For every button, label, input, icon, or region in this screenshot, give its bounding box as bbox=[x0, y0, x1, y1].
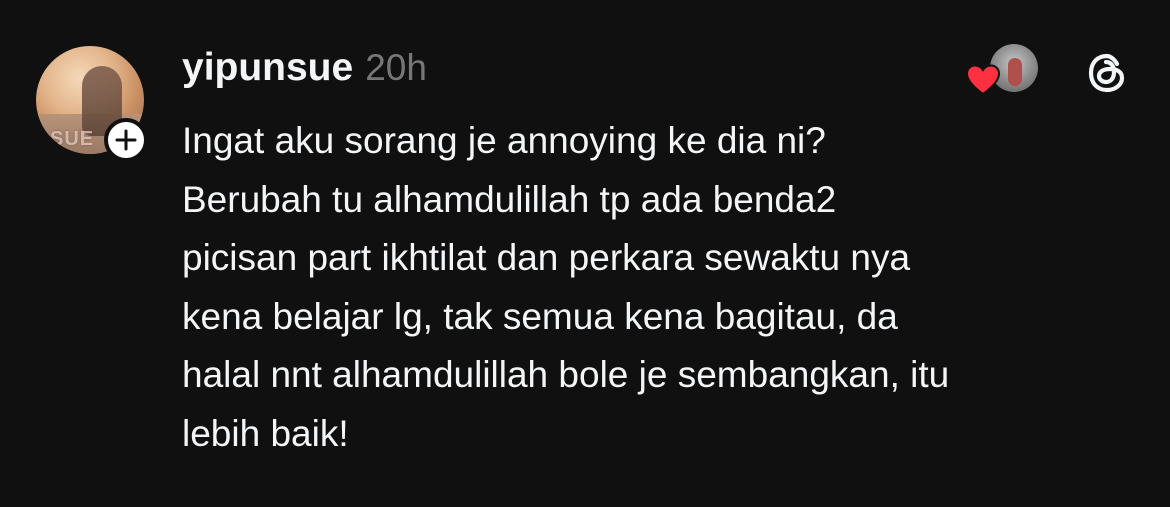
heart-icon bbox=[966, 64, 1000, 96]
username[interactable]: yipunsue bbox=[182, 46, 353, 90]
follow-button[interactable] bbox=[104, 118, 148, 162]
liked-by-indicator[interactable] bbox=[966, 44, 1042, 96]
threads-logo-icon[interactable] bbox=[1080, 46, 1134, 100]
liker-figure bbox=[1008, 58, 1022, 86]
threads-logo-svg bbox=[1088, 53, 1125, 93]
post-text: Ingat aku sorang je annoying ke dia ni? … bbox=[182, 120, 950, 454]
timestamp: 20h bbox=[365, 47, 427, 88]
post-header: yipunsue 20h bbox=[182, 46, 427, 96]
plus-icon bbox=[115, 129, 137, 151]
avatar-watermark: SUE bbox=[50, 128, 95, 150]
